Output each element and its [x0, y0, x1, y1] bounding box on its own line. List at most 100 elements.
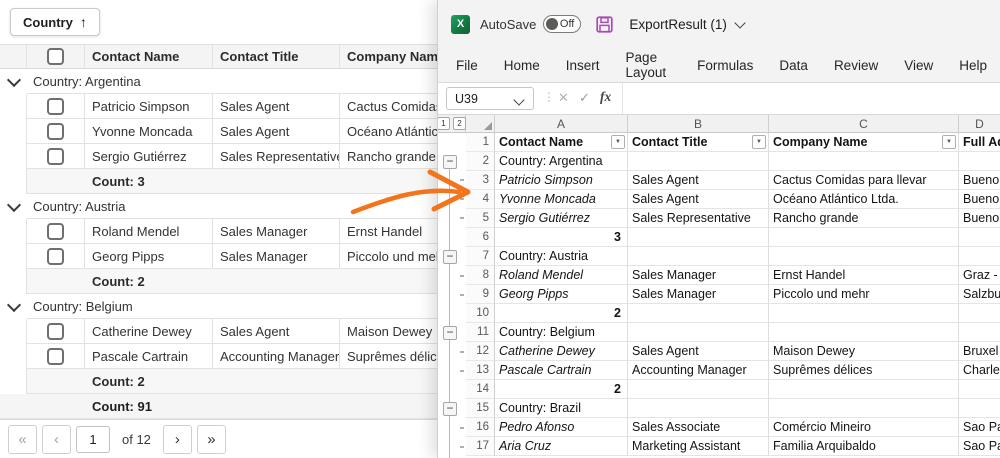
pager-prev-button[interactable]: ‹	[42, 425, 71, 454]
cell-a11[interactable]: Country: Belgium	[495, 323, 628, 342]
cell-a17[interactable]: Aria Cruz	[495, 437, 628, 456]
row-number[interactable]: 12	[466, 342, 495, 361]
row-number[interactable]: 16	[466, 418, 495, 437]
tab-data[interactable]: Data	[766, 58, 821, 73]
cell-a9[interactable]: Georg Pipps	[495, 285, 628, 304]
cell-d9[interactable]: Salzbu	[959, 285, 1000, 304]
enter-icon[interactable]: ✓	[579, 90, 590, 106]
row-number[interactable]: 4	[466, 190, 495, 209]
filter-dropdown-icon[interactable]: ▼	[752, 135, 766, 149]
row-number[interactable]: 8	[466, 266, 495, 285]
workbook-title[interactable]: ExportResult (1)	[629, 17, 727, 32]
row-number[interactable]: 11	[466, 323, 495, 342]
cell-a10[interactable]: 2	[495, 304, 628, 323]
cell-a8[interactable]: Roland Mendel	[495, 266, 628, 285]
cell-a6[interactable]: 3	[495, 228, 628, 247]
cell-a15[interactable]: Country: Brazil	[495, 399, 628, 418]
tab-review[interactable]: Review	[821, 58, 891, 73]
cell-c13[interactable]: Suprêmes délices	[769, 361, 959, 380]
cell-b13[interactable]: Accounting Manager	[628, 361, 769, 380]
chevron-down-icon[interactable]	[734, 17, 745, 28]
cell-a3[interactable]: Patricio Simpson	[495, 171, 628, 190]
filter-dropdown-icon[interactable]: ▼	[942, 135, 956, 149]
cell-b16[interactable]: Sales Associate	[628, 418, 769, 437]
cell-d5[interactable]: Bueno	[959, 209, 1000, 228]
cell-d16[interactable]: Sao Pa	[959, 418, 1000, 437]
cell-b4[interactable]: Sales Agent	[628, 190, 769, 209]
cell-c3[interactable]: Cactus Comidas para llevar	[769, 171, 959, 190]
row-checkbox[interactable]	[47, 98, 64, 115]
tab-formulas[interactable]: Formulas	[684, 58, 766, 73]
column-header-contact-title[interactable]: Contact Title	[213, 45, 340, 69]
column-letter-d[interactable]: D	[959, 115, 1000, 132]
tab-view[interactable]: View	[891, 58, 946, 73]
row-number[interactable]: 10	[466, 304, 495, 323]
group-collapse-button[interactable]	[0, 79, 27, 85]
select-all-corner[interactable]	[466, 115, 495, 132]
outline-collapse-button[interactable]: −	[443, 402, 457, 416]
cell-c9[interactable]: Piccolo und mehr	[769, 285, 959, 304]
cell-d17[interactable]: Sao Pa	[959, 437, 1000, 456]
cell-a13[interactable]: Pascale Cartrain	[495, 361, 628, 380]
pager-next-button[interactable]: ›	[163, 425, 192, 454]
cell-b17[interactable]: Marketing Assistant	[628, 437, 769, 456]
cell-a12[interactable]: Catherine Dewey	[495, 342, 628, 361]
cell-c17[interactable]: Familia Arquibaldo	[769, 437, 959, 456]
select-all-checkbox[interactable]	[47, 48, 64, 65]
cell-d3[interactable]: Bueno	[959, 171, 1000, 190]
column-letter-c[interactable]: C	[769, 115, 959, 132]
cell-c8[interactable]: Ernst Handel	[769, 266, 959, 285]
cell-a16[interactable]: Pedro Afonso	[495, 418, 628, 437]
autosave-toggle[interactable]: Off	[543, 15, 581, 33]
cancel-icon[interactable]: ✕	[558, 90, 569, 106]
formula-input[interactable]	[622, 83, 1000, 114]
group-collapse-button[interactable]	[0, 304, 27, 310]
row-number[interactable]: 17	[466, 437, 495, 456]
row-number[interactable]: 3	[466, 171, 495, 190]
outline-collapse-button[interactable]: −	[443, 326, 457, 340]
row-checkbox[interactable]	[47, 323, 64, 340]
cell-d4[interactable]: Bueno	[959, 190, 1000, 209]
tab-file[interactable]: File	[443, 58, 491, 73]
group-chip-country[interactable]: Country ↑	[10, 8, 100, 36]
cell-b1[interactable]: Contact Title▼	[628, 133, 769, 152]
row-number[interactable]: 14	[466, 380, 495, 399]
cell-b9[interactable]: Sales Manager	[628, 285, 769, 304]
column-letter-a[interactable]: A	[495, 115, 628, 132]
row-number[interactable]: 15	[466, 399, 495, 418]
row-number[interactable]: 9	[466, 285, 495, 304]
cell-b12[interactable]: Sales Agent	[628, 342, 769, 361]
name-box[interactable]: U39	[446, 87, 534, 110]
cell-c12[interactable]: Maison Dewey	[769, 342, 959, 361]
column-letter-b[interactable]: B	[628, 115, 769, 132]
row-checkbox[interactable]	[47, 123, 64, 140]
cell-b5[interactable]: Sales Representative	[628, 209, 769, 228]
pager-first-button[interactable]: «	[8, 425, 37, 454]
cell-a1[interactable]: Contact Name▼	[495, 133, 628, 152]
cell-d1[interactable]: Full Ad	[959, 133, 1000, 152]
row-number[interactable]: 2	[466, 152, 495, 171]
cell-a14[interactable]: 2	[495, 380, 628, 399]
cell-b8[interactable]: Sales Manager	[628, 266, 769, 285]
cell-d12[interactable]: Bruxel	[959, 342, 1000, 361]
filter-dropdown-icon[interactable]: ▼	[611, 135, 625, 149]
row-checkbox[interactable]	[47, 148, 64, 165]
row-number[interactable]: 7	[466, 247, 495, 266]
row-checkbox[interactable]	[47, 223, 64, 240]
insert-function-icon[interactable]: fx	[600, 89, 611, 105]
outline-collapse-button[interactable]: −	[443, 250, 457, 264]
tab-insert[interactable]: Insert	[553, 58, 613, 73]
row-checkbox[interactable]	[47, 348, 64, 365]
pager-last-button[interactable]: »	[197, 425, 226, 454]
save-icon[interactable]	[596, 16, 613, 33]
row-number[interactable]: 13	[466, 361, 495, 380]
cell-d13[interactable]: Charle	[959, 361, 1000, 380]
cell-a2[interactable]: Country: Argentina	[495, 152, 628, 171]
cell-c1[interactable]: Company Name▼	[769, 133, 959, 152]
outline-level-2-button[interactable]: 2	[453, 117, 466, 130]
row-checkbox[interactable]	[47, 248, 64, 265]
cell-c16[interactable]: Comércio Mineiro	[769, 418, 959, 437]
outline-level-1-button[interactable]: 1	[438, 117, 450, 130]
tab-page-layout[interactable]: Page Layout	[613, 50, 685, 80]
column-header-contact-name[interactable]: Contact Name	[85, 45, 213, 69]
